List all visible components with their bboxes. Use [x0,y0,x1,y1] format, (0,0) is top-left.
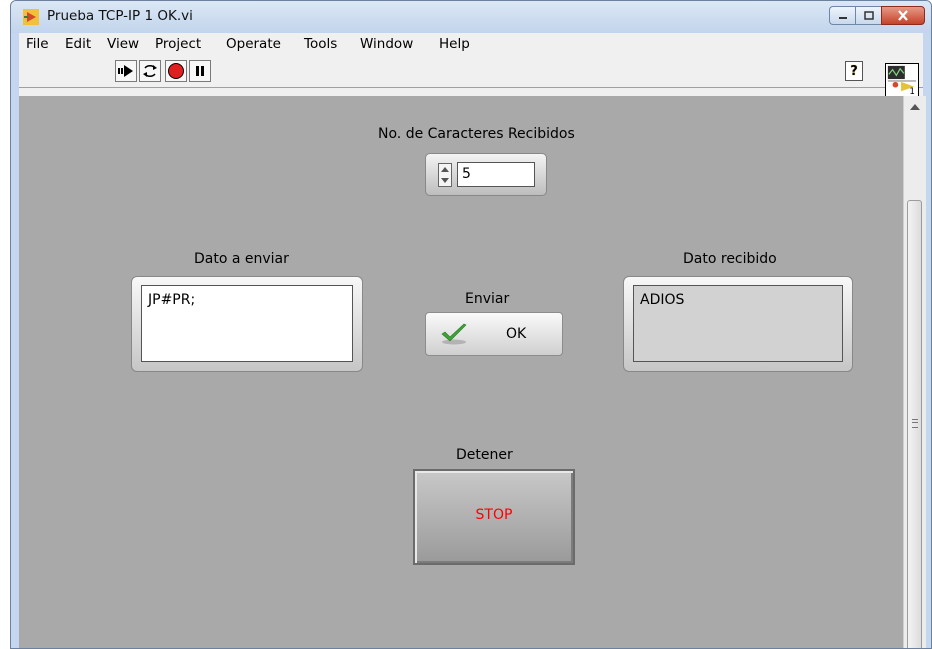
checkmark-icon [441,323,467,345]
pause-icon [196,66,204,76]
menu-help[interactable]: Help [439,36,470,52]
enviar-label: Enviar [465,291,510,307]
menu-view[interactable]: View [107,36,139,52]
menu-operate[interactable]: Operate [226,36,281,52]
maximize-button[interactable] [855,6,881,25]
menu-window[interactable]: Window [360,36,413,52]
run-continuously-icon [143,65,157,77]
menu-file[interactable]: File [26,36,49,52]
vi-icon-number: 1 [910,86,915,96]
labview-window: Prueba TCP-IP 1 OK.vi File Edit View Pro… [10,0,932,649]
stop-button[interactable]: STOP [413,469,575,565]
increment-decrement-arrows[interactable] [438,163,452,187]
menu-bar: File Edit View Project Operate Tools Win… [19,33,923,57]
chars-received-value: 5 [457,162,535,187]
front-panel: No. de Caracteres Recibidos 5 Dato a env… [19,96,903,648]
vertical-scrollbar[interactable] [903,96,926,648]
scroll-up-arrow-icon[interactable] [910,104,920,110]
menu-project[interactable]: Project [155,36,201,52]
scrollbar-thumb[interactable] [907,200,922,648]
help-icon: ? [850,63,858,79]
pause-button[interactable] [189,60,211,82]
minimize-button[interactable] [829,6,855,25]
maximize-icon [863,11,874,20]
ok-label: OK [506,326,527,342]
received-data-indicator-frame: ADIOS [623,276,853,372]
stop-label: STOP [475,507,513,523]
received-data-label: Dato recibido [683,251,777,267]
menu-edit[interactable]: Edit [65,36,91,52]
run-arrow-icon [118,65,133,77]
abort-icon [168,63,184,79]
title-bar[interactable]: Prueba TCP-IP 1 OK.vi [11,1,931,33]
received-data-field: ADIOS [633,285,843,362]
run-button[interactable] [115,60,137,82]
send-data-control-frame: JP#PR; [131,276,363,372]
close-button[interactable] [881,6,925,25]
toolbar: ? [19,57,923,88]
send-data-label: Dato a enviar [194,251,289,267]
detener-label: Detener [456,447,513,463]
grip-icon [912,419,918,428]
run-continuously-button[interactable] [139,60,161,82]
client-area: File Edit View Project Operate Tools Win… [19,33,926,648]
menu-tools[interactable]: Tools [304,36,337,52]
vi-connector-icon[interactable]: 1 [885,63,919,97]
context-help-button[interactable]: ? [845,61,863,81]
window-title: Prueba TCP-IP 1 OK.vi [47,8,193,24]
abort-button[interactable] [165,60,187,82]
labview-vi-icon [23,9,39,25]
send-data-field[interactable]: JP#PR; [141,285,353,362]
chars-received-label: No. de Caracteres Recibidos [378,126,575,142]
minimize-icon [838,16,847,19]
ok-button[interactable]: OK [425,312,563,356]
chars-received-indicator: 5 [425,153,547,196]
close-icon [898,10,908,21]
